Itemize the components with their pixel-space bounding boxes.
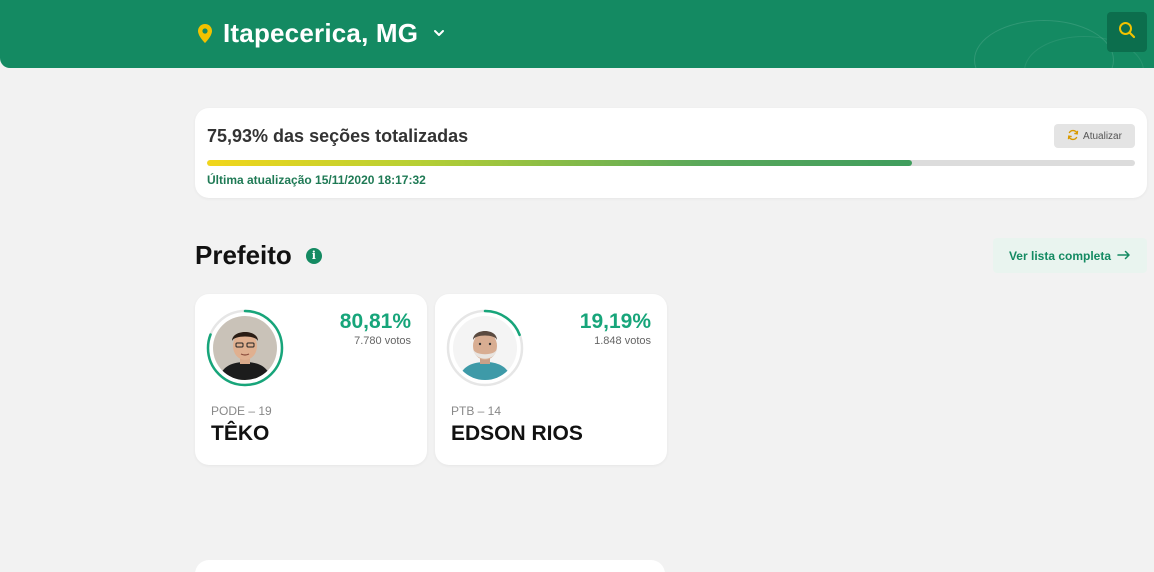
refresh-icon: [1067, 129, 1079, 144]
candidate-photo: [213, 316, 277, 380]
progress-fill: [207, 160, 912, 166]
candidate-avatar: [205, 308, 285, 388]
top-bar: Itapecerica, MG: [0, 0, 1154, 68]
update-button[interactable]: Atualizar: [1054, 124, 1135, 148]
city-name: Itapecerica, MG: [223, 17, 419, 48]
party-number: PODE – 19: [211, 404, 272, 418]
chevron-down-icon: [432, 26, 446, 40]
vote-count: 7.780 votos: [354, 335, 411, 347]
update-button-label: Atualizar: [1083, 130, 1122, 142]
candidate-photo: [453, 316, 517, 380]
candidate-avatar: [445, 308, 525, 388]
totalization-progress-bar: [207, 160, 1135, 166]
candidate-card[interactable]: 19,19% 1.848 votos PTB – 14 EDSON RIOS: [435, 294, 667, 465]
city-selector[interactable]: Itapecerica, MG: [197, 16, 446, 50]
vote-count: 1.848 votos: [594, 335, 651, 347]
totalization-card: 75,93% das seções totalizadas Atualizar …: [195, 108, 1147, 198]
candidate-name: EDSON RIOS: [451, 422, 583, 445]
search-icon: [1118, 21, 1136, 44]
last-update-text: Última atualização 15/11/2020 18:17:32: [207, 173, 426, 187]
map-pin-icon: [197, 23, 213, 43]
section-header: Prefeito i: [195, 240, 322, 271]
candidate-card[interactable]: 80,81% 7.780 votos PODE – 19 TÊKO: [195, 294, 427, 465]
full-list-label: Ver lista completa: [1008, 248, 1112, 263]
next-section-card: [195, 560, 665, 572]
arrow-right-icon: [1117, 249, 1131, 263]
section-title: Prefeito: [195, 240, 292, 270]
full-list-button[interactable]: Ver lista completa: [993, 238, 1147, 273]
search-button[interactable]: [1107, 12, 1147, 52]
vote-percent: 80,81%: [339, 310, 411, 333]
party-number: PTB – 14: [451, 404, 502, 418]
info-icon[interactable]: i: [305, 247, 322, 264]
vote-percent: 19,19%: [579, 310, 651, 333]
totalization-title: 75,93% das seções totalizadas: [207, 126, 469, 146]
candidate-name: TÊKO: [211, 422, 270, 445]
